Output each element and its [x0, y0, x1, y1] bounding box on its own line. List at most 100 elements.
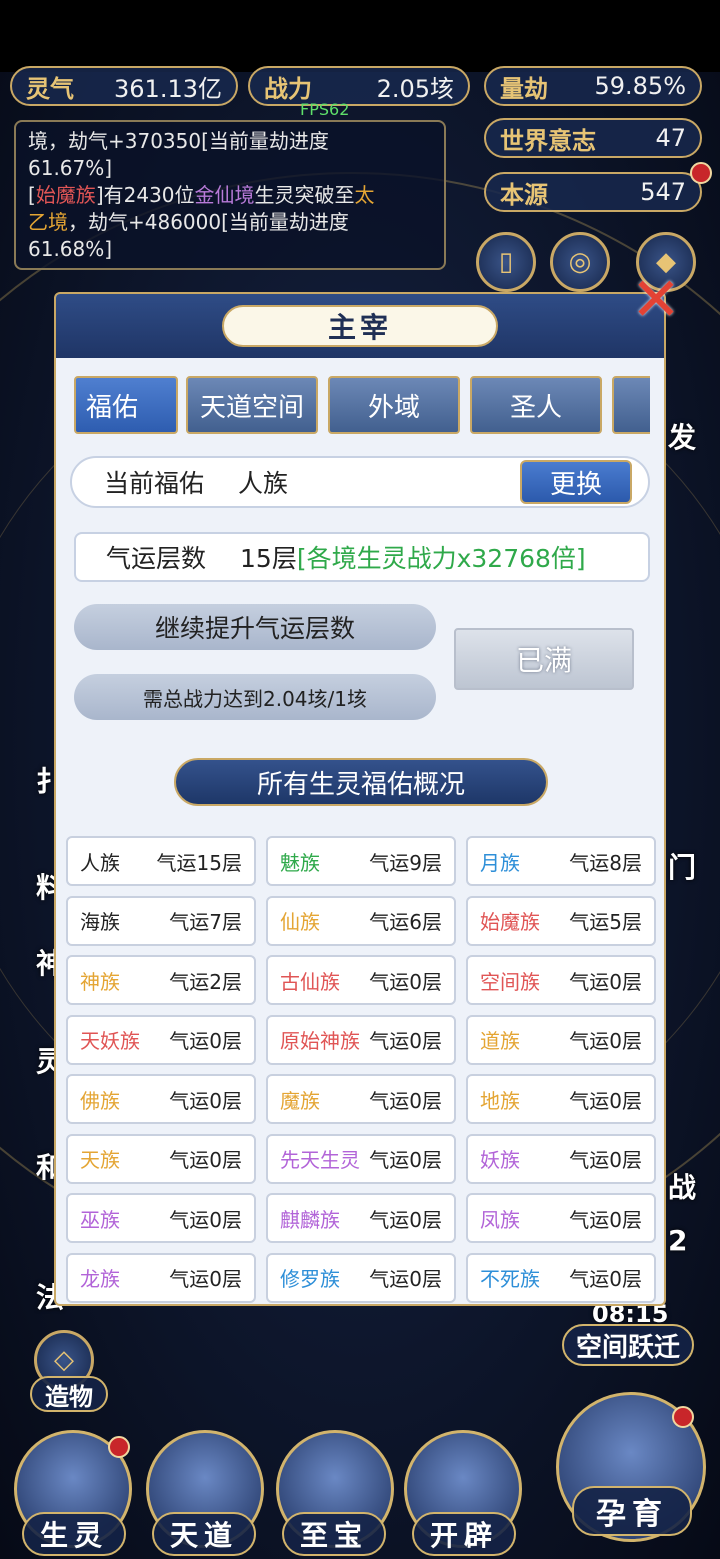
log-text: ]有2430位 — [95, 183, 195, 207]
benyuan-label: 本源 — [500, 180, 548, 209]
nav-kaipi-button[interactable]: 开辟 — [412, 1512, 516, 1556]
event-log[interactable]: 境，劫气+370350[当前量劫进度 61.67%] [始魔族]有2430位金仙… — [14, 120, 446, 270]
race-cell[interactable]: 巫族 气运0层 — [66, 1193, 256, 1243]
race-cell[interactable]: 古仙族 气运0层 — [266, 955, 456, 1005]
race-cell[interactable]: 始魔族 气运5层 — [466, 895, 656, 946]
race-name: 佛族 — [80, 1088, 120, 1113]
log-text: [ — [28, 183, 36, 207]
log-realm: 金仙境 — [194, 183, 255, 207]
tab-more[interactable] — [612, 376, 650, 434]
race-name: 魔族 — [280, 1088, 320, 1113]
race-level: 气运0层 — [169, 1267, 242, 1291]
race-cell[interactable]: 魔族 气运0层 — [266, 1074, 456, 1124]
log-realm: 太 — [354, 183, 375, 207]
side-right-label[interactable]: 战 — [668, 1166, 696, 1206]
tab-waiyu[interactable]: 外域 — [328, 376, 460, 434]
race-level: 气运0层 — [369, 1148, 442, 1172]
race-level: 气运0层 — [169, 1088, 242, 1113]
race-name: 天妖族 — [80, 1029, 140, 1053]
race-name: 原始神族 — [280, 1029, 360, 1053]
lingqi-stat[interactable]: 灵气 361.13亿 — [10, 66, 238, 106]
shijie-stat[interactable]: 世界意志 47 — [484, 118, 702, 158]
race-level: 气运0层 — [569, 1148, 642, 1172]
race-level: 气运0层 — [569, 1207, 642, 1232]
race-cell[interactable]: 原始神族 气运0层 — [266, 1014, 456, 1065]
race-level: 气运0层 — [169, 1148, 242, 1172]
race-cell[interactable]: 海族 气运7层 — [66, 895, 256, 946]
race-cell[interactable]: 龙族 气运0层 — [66, 1252, 256, 1303]
race-cell[interactable]: 道族 气运0层 — [466, 1014, 656, 1065]
change-button[interactable]: 更换 — [520, 460, 632, 504]
nav-zhibao-button[interactable]: 至宝 — [282, 1512, 386, 1556]
race-level: 气运0层 — [369, 1207, 442, 1232]
side-right-label[interactable]: 门 — [668, 846, 696, 886]
benyuan-stat[interactable]: 本源 547 — [484, 172, 702, 212]
race-level: 气运8层 — [569, 850, 642, 875]
race-cell[interactable]: 天妖族 气运0层 — [66, 1014, 256, 1065]
fps-counter: FPS62 — [300, 100, 350, 119]
race-cell[interactable]: 空间族 气运0层 — [466, 955, 656, 1005]
race-name: 龙族 — [80, 1267, 120, 1291]
race-cell[interactable]: 月族 气运8层 — [466, 836, 656, 886]
race-cell[interactable]: 妖族 气运0层 — [466, 1133, 656, 1184]
lingqi-value: 361.13亿 — [114, 74, 222, 103]
race-name: 不死族 — [480, 1267, 540, 1291]
race-level: 气运9层 — [369, 850, 442, 875]
tab-tiandao-space[interactable]: 天道空间 — [186, 376, 318, 434]
race-level: 气运0层 — [369, 1088, 442, 1113]
race-cell[interactable]: 佛族 气运0层 — [66, 1074, 256, 1124]
race-grid: 人族 气运15层 魅族 气运9层 月族 气运8层海族 气运7层 仙族 气运6层 始魔族 气运5层神族… — [66, 836, 658, 1304]
race-name: 海族 — [80, 910, 120, 934]
side-right-label[interactable]: 发 — [668, 416, 696, 456]
create-button[interactable]: 造物 — [30, 1376, 108, 1412]
race-name: 麒麟族 — [280, 1207, 340, 1232]
vortex-icon[interactable]: ◎ — [550, 232, 610, 292]
nav-yunyu-button[interactable]: 孕育 — [572, 1486, 692, 1536]
race-cell[interactable]: 人族 气运15层 — [66, 836, 256, 886]
space-jump-button[interactable]: 空间跃迁 — [562, 1324, 694, 1366]
race-name: 地族 — [480, 1088, 520, 1113]
race-level: 气运5层 — [569, 910, 642, 934]
nav-shengling-button[interactable]: 生灵 — [22, 1512, 126, 1556]
race-cell[interactable]: 魅族 气运9层 — [266, 836, 456, 886]
lingqi-label: 灵气 — [26, 74, 74, 103]
race-cell[interactable]: 地族 气运0层 — [466, 1074, 656, 1124]
race-level: 气运15层 — [156, 850, 242, 875]
full-button[interactable]: 已满 — [454, 628, 634, 690]
race-cell[interactable]: 麒麟族 气运0层 — [266, 1193, 456, 1243]
zhanli-stat[interactable]: 战力 2.05垓 — [248, 66, 470, 106]
close-icon[interactable]: ✕ — [628, 270, 684, 330]
zhanli-label: 战力 — [264, 74, 312, 103]
race-cell[interactable]: 不死族 气运0层 — [466, 1252, 656, 1303]
race-cell[interactable]: 先天生灵 气运0层 — [266, 1133, 456, 1184]
race-level: 气运0层 — [169, 1207, 242, 1232]
book-icon[interactable]: ▯ — [476, 232, 536, 292]
current-blessing-row: 当前福佑 人族 更换 — [70, 456, 650, 508]
side-right-label[interactable]: 2 — [668, 1224, 687, 1257]
race-name: 修罗族 — [280, 1267, 340, 1291]
race-name: 天族 — [80, 1148, 120, 1172]
race-cell[interactable]: 天族 气运0层 — [66, 1133, 256, 1184]
race-cell[interactable]: 仙族 气运6层 — [266, 895, 456, 946]
tab-shengren[interactable]: 圣人 — [470, 376, 602, 434]
race-cell[interactable]: 神族 气运2层 — [66, 955, 256, 1005]
fortune-value: 15层 — [240, 544, 297, 573]
tab-fuyou[interactable]: 福佑 — [74, 376, 178, 434]
race-level: 气运2层 — [169, 969, 242, 994]
log-line: 境，劫气+370350[当前量劫进度 — [28, 128, 432, 155]
notification-dot — [672, 1406, 694, 1428]
race-level: 气运0层 — [569, 969, 642, 994]
section-title: 所有生灵福佑概况 — [174, 758, 548, 806]
zhanli-value: 2.05垓 — [376, 74, 454, 103]
liangjie-stat[interactable]: 量劫 59.85% — [484, 66, 702, 106]
race-level: 气运0层 — [569, 1029, 642, 1053]
race-level: 气运0层 — [569, 1267, 642, 1291]
current-blessing-label: 当前福佑 — [104, 469, 205, 498]
race-cell[interactable]: 凤族 气运0层 — [466, 1193, 656, 1243]
race-cell[interactable]: 修罗族 气运0层 — [266, 1252, 456, 1303]
log-line: 61.67%] — [28, 155, 432, 182]
upgrade-label: 继续提升气运层数 — [74, 604, 436, 650]
nav-tiandao-button[interactable]: 天道 — [152, 1512, 256, 1556]
race-name: 妖族 — [480, 1148, 520, 1172]
race-name: 魅族 — [280, 850, 320, 875]
